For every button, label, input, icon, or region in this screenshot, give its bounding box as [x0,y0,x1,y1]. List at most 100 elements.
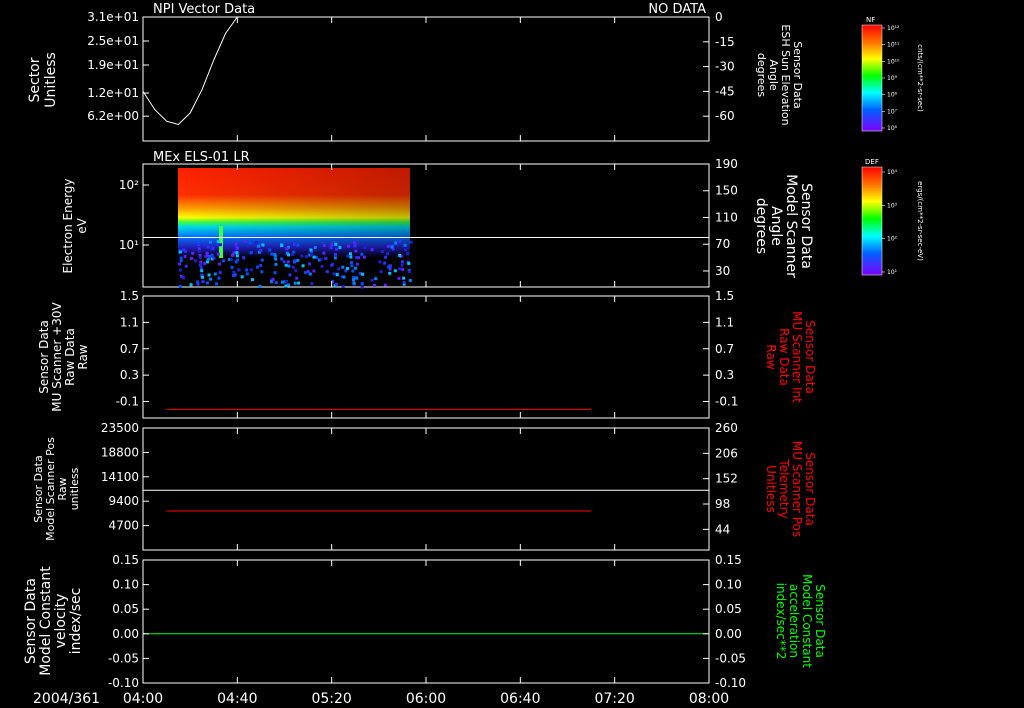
panel3-right-label-line4: Raw [764,344,778,369]
panel4-right-tick-label: 206 [715,446,738,460]
speckle [401,268,405,271]
speckle [232,251,236,255]
speckle [301,264,305,268]
spectrogram [178,168,413,289]
speckle [296,259,300,262]
panel5-left-tick-label: 0.10 [112,578,139,592]
nf-tick-label: 10¹¹ [887,42,900,49]
panel3-right-tick-label: 1.1 [715,315,734,329]
panel4-right-tick-label: 152 [715,472,738,486]
panel3-ylabel-line1: Sensor Data [37,320,51,394]
speckle [352,281,356,285]
panel1-ylabel-line1: Sector [27,57,43,102]
speckle [370,278,374,282]
panel5-ylabel-line2: Model Constant [38,566,54,676]
nf-colorbar: NF 10¹² 10¹¹ 10¹⁰ 10⁹ 10⁸ 10⁷ 10⁶ cnts/(cm**2-… [861,16,924,132]
panel3-right-tick-label: 0.3 [715,368,734,382]
speckle [341,285,345,288]
panel2-left-tick-label: 10¹ [119,238,139,252]
speckle [231,253,235,257]
speckle [249,251,253,255]
panel1-left-tick-label: 1.9e+01 [87,58,139,72]
panel1-ylabel: Sector Unitless [27,52,59,108]
speckle [178,250,182,254]
speckle [190,257,193,260]
panel2-right-tick-label: 190 [715,157,738,171]
panel2-left-tick-label: 10² [119,178,139,192]
speckle [380,250,384,253]
speckle [297,281,301,285]
speckle [216,240,220,244]
panel4-left-tick-label: 23500 [101,421,139,435]
speckle [287,264,291,268]
def-tick-label: 10² [887,236,898,243]
speckle [360,285,364,289]
speckle [191,251,195,255]
speckle [234,242,238,246]
speckle [254,241,258,245]
speckle [350,261,353,264]
speckle [233,273,237,277]
speckle [199,262,203,266]
time-label: 05:20 [311,691,351,707]
panel1-right-tick-label: 0 [715,10,723,24]
speckle [360,282,364,286]
speckle [200,269,204,273]
speckle [309,248,313,252]
panel3-left-tick-label: 0.7 [120,342,139,356]
speckle [349,252,352,256]
speckle [346,244,350,248]
panel5-ylabel-line4: index/sec [68,588,84,655]
panel1-left-tick-label: 3.1e+01 [87,10,139,24]
speckle [293,260,297,264]
speckle [360,252,364,256]
speckle [281,280,284,284]
nf-colorbar-name: NF [866,16,875,24]
time-label: 07:20 [594,691,634,707]
speckle [322,251,326,255]
speckle [237,268,241,272]
panel1-status: NO DATA [648,2,706,17]
panel5-right-label-line1: Sensor Data [813,584,827,658]
speckle [300,254,304,258]
speckle [203,262,207,265]
panel5-right-label: Sensor Data Model Constant acceleration … [774,574,827,668]
def-colorbar-gradient [861,166,883,276]
speckle [178,262,181,266]
speckle [259,249,263,252]
speckle [181,276,185,280]
speckle [235,246,239,250]
speckle [398,254,402,257]
speckle [313,246,317,250]
speckle [409,240,413,244]
speckle [197,243,201,247]
panel1-title: NPI Vector Data [153,2,255,17]
panel1-left-tick-label: 2.5e+01 [87,34,139,48]
speckle [397,276,401,280]
speckle [288,273,292,277]
panel4-right-label: Sensor Data MU Scanner Pos Telemetry Uni… [764,441,817,537]
speckle [201,275,204,279]
speckle [205,254,209,258]
speckle [378,260,382,264]
speckle [198,249,201,253]
panel5-right-label-line4: index/sec**2 [774,583,788,660]
panel4-right-tick-label: 98 [715,497,730,511]
def-tick-label: 10³ [887,202,898,209]
panel5-right-tick-label: 0.05 [715,602,742,616]
time-axis-labels: 04:00 04:40 05:20 06:00 06:40 07:20 08:00 [123,691,729,707]
speckle [370,248,374,252]
speckle [330,263,334,267]
panel3-right-tick-label: -0.1 [715,395,738,409]
speckle [268,248,272,252]
speckle [196,282,200,286]
speckle [319,257,323,261]
panel4-left-tick-label: 18800 [101,445,139,459]
speckle [404,248,408,252]
axis-ticks: 3.1e+01 2.5e+01 1.9e+01 1.2e+01 6.2e+00 0 -15 -… [87,10,746,690]
panel4-right-tick-label: 260 [715,421,738,435]
speckle [243,240,247,243]
speckle [284,263,288,267]
speckle [184,249,188,253]
speckle [280,243,284,247]
